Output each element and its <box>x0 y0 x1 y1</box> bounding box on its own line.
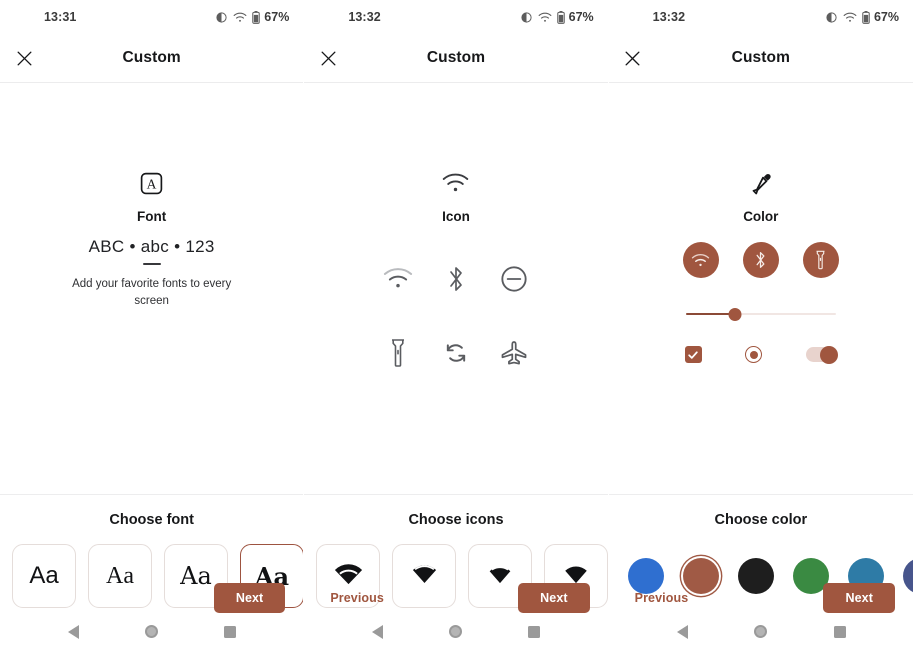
battery-icon <box>862 10 870 24</box>
control-row <box>684 345 838 364</box>
wifi-icon <box>442 168 469 198</box>
wifi-icon[interactable] <box>383 267 413 291</box>
color-preview-area: Color <box>608 83 913 495</box>
next-button[interactable]: Next <box>518 583 590 613</box>
nav-bar <box>609 613 913 650</box>
home-icon[interactable] <box>744 617 778 647</box>
status-time: 13:32 <box>652 10 686 24</box>
toggle-knob <box>819 345 838 364</box>
wifi-icon <box>538 12 552 23</box>
action-row: Next <box>0 583 303 613</box>
recents-icon[interactable] <box>213 617 247 647</box>
status-bar: 13:32 67% <box>609 0 913 34</box>
svg-text:A: A <box>147 176 157 191</box>
preview-label: Font <box>137 209 167 224</box>
chooser-title: Choose color <box>714 512 808 528</box>
font-chooser: Choose font Aa Aa Aa Aa Next <box>0 495 304 650</box>
brightness-icon <box>825 11 838 24</box>
color-chip-row <box>682 242 839 278</box>
screen-color: 13:32 67% Custom Color Choose color Prev… <box>608 0 913 650</box>
battery-icon <box>556 10 565 24</box>
status-bar: 13:31 67% <box>0 0 303 34</box>
action-row: Previous Next <box>609 583 913 613</box>
back-icon[interactable] <box>361 617 395 647</box>
chooser-title: Choose icons <box>408 512 504 528</box>
color-chooser: Choose color Previous Next <box>609 495 913 650</box>
status-icons: 67% <box>215 10 289 24</box>
status-time: 13:32 <box>348 10 381 24</box>
chip-bluetooth[interactable] <box>742 242 779 278</box>
screen-font: 13:31 67% Custom A Font ABC • abc • 123 … <box>0 0 305 650</box>
app-bar: Custom <box>608 34 913 83</box>
battery-icon <box>252 10 261 24</box>
nav-bar <box>0 613 303 650</box>
battery-percent: 67% <box>568 10 594 24</box>
flashlight-icon[interactable] <box>388 338 408 368</box>
previous-button[interactable]: Previous <box>627 585 697 611</box>
radio-dot <box>749 350 758 359</box>
do-not-disturb-icon[interactable] <box>500 265 528 293</box>
wifi-icon <box>233 12 247 23</box>
battery-percent: 67% <box>873 10 899 24</box>
recents-icon[interactable] <box>823 617 857 647</box>
radio-selected[interactable] <box>745 346 763 363</box>
close-icon[interactable] <box>306 36 350 80</box>
font-description: Add your favorite fonts to every screen <box>72 278 232 307</box>
recents-icon[interactable] <box>517 617 551 647</box>
home-icon[interactable] <box>439 617 473 647</box>
icon-grid <box>369 242 543 390</box>
app-bar: Custom <box>304 34 608 83</box>
next-button[interactable]: Next <box>213 583 286 613</box>
brightness-icon <box>215 11 228 24</box>
color-slider[interactable] <box>685 304 836 324</box>
screen-icon: 13:32 67% Custom Icon Choose icons Previ… <box>304 0 609 650</box>
app-bar: Custom <box>0 34 304 83</box>
checkbox-checked[interactable] <box>684 346 702 363</box>
close-icon[interactable] <box>611 36 655 80</box>
font-sample-text: ABC • abc • 123 <box>88 237 215 256</box>
eyedropper-icon <box>748 168 773 198</box>
chip-flashlight[interactable] <box>802 242 839 278</box>
airplane-mode-icon[interactable] <box>499 339 529 367</box>
divider-dash <box>142 263 161 265</box>
font-a-box-icon: A <box>139 168 164 198</box>
next-button[interactable]: Next <box>823 583 895 613</box>
icon-chooser: Choose icons Previous Next <box>304 495 608 650</box>
nav-bar <box>304 613 607 650</box>
icon-preview-area: Icon <box>304 83 608 495</box>
action-row: Previous Next <box>304 583 607 613</box>
close-icon[interactable] <box>2 36 46 80</box>
status-icons: 67% <box>825 10 899 24</box>
preview-label: Color <box>743 209 779 224</box>
back-icon[interactable] <box>665 617 699 647</box>
screens-container: 13:31 67% Custom A Font ABC • abc • 123 … <box>0 0 913 650</box>
status-time: 13:31 <box>44 10 77 24</box>
wifi-icon <box>843 12 857 23</box>
back-icon[interactable] <box>56 617 90 647</box>
status-bar: 13:32 67% <box>304 0 607 34</box>
chip-wifi[interactable] <box>682 242 719 278</box>
preview-label: Icon <box>442 209 470 224</box>
slider-thumb[interactable] <box>728 307 742 321</box>
auto-rotate-icon[interactable] <box>442 339 470 367</box>
toggle-switch-on[interactable] <box>805 345 838 364</box>
home-icon[interactable] <box>135 617 169 647</box>
chooser-title: Choose font <box>109 512 194 528</box>
brightness-icon <box>520 11 533 24</box>
battery-percent: 67% <box>264 10 290 24</box>
bluetooth-icon[interactable] <box>443 264 469 294</box>
font-preview-area: A Font ABC • abc • 123 Add your favorite… <box>0 83 304 495</box>
previous-button[interactable]: Previous <box>322 585 392 611</box>
status-icons: 67% <box>520 10 594 24</box>
